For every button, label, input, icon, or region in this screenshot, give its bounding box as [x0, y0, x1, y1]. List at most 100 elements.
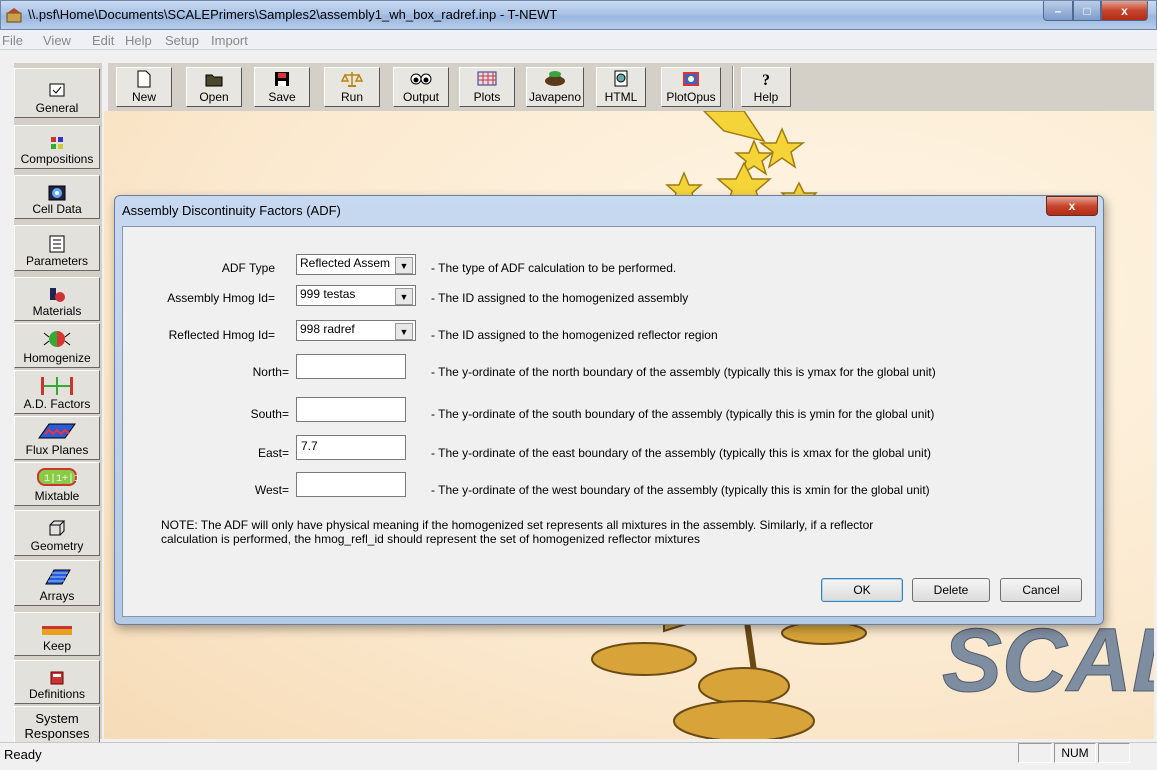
- sidebar-item-arrays[interactable]: Arrays: [14, 560, 100, 606]
- note-text: NOTE: The ADF will only have physical me…: [161, 518, 1081, 546]
- cell-data-icon: [48, 185, 66, 201]
- sidebar-item-materials[interactable]: Materials: [14, 277, 100, 321]
- reflected-hmog-id-description: - The ID assigned to the homogenized ref…: [431, 328, 718, 342]
- sidebar-item-label: Cell Data: [32, 202, 82, 216]
- mixtable-icon: 1|1+|1: [37, 468, 78, 486]
- sidebar-item-label: General: [35, 101, 79, 115]
- toolbar-new-button[interactable]: New: [116, 67, 172, 107]
- sidebar-item-parameters[interactable]: Parameters: [14, 225, 100, 271]
- javapeno-icon: [545, 71, 565, 86]
- eyes-icon: [410, 73, 432, 85]
- toolbar-help-button[interactable]: ? Help: [741, 67, 791, 107]
- arrays-icon: [45, 569, 71, 585]
- sidebar-item-label: System Responses: [24, 711, 90, 741]
- delete-button[interactable]: Delete: [912, 578, 990, 602]
- east-description: - The y-ordinate of the east boundary of…: [431, 446, 932, 460]
- sidebar-item-keep[interactable]: Keep: [14, 612, 100, 656]
- toolbar-plots-button[interactable]: Plots: [459, 67, 515, 107]
- status-panel-empty: [1018, 743, 1052, 763]
- sidebar-item-ad-factors[interactable]: A.D. Factors: [14, 370, 100, 414]
- close-button[interactable]: x: [1101, 1, 1148, 21]
- west-description: - The y-ordinate of the west boundary of…: [431, 483, 930, 497]
- toolbar-save-label: Save: [268, 90, 296, 104]
- ad-factors-icon: [41, 377, 73, 395]
- north-description: - The y-ordinate of the north boundary o…: [431, 365, 936, 379]
- general-form-icon: [49, 83, 65, 97]
- materials-icon: [50, 288, 65, 302]
- sidebar-item-general[interactable]: General: [14, 68, 100, 118]
- window-title: \\.psf\Home\Documents\SCALEPrimers\Sampl…: [28, 7, 558, 22]
- sidebar-item-cell-data[interactable]: Cell Data: [14, 175, 100, 219]
- status-panel-num: NUM: [1054, 743, 1096, 763]
- cancel-button[interactable]: Cancel: [1000, 578, 1082, 602]
- sidebar-item-definitions[interactable]: Definitions: [14, 660, 100, 704]
- toolbar-output-button[interactable]: Output: [393, 67, 449, 107]
- menu-edit[interactable]: Edit: [92, 33, 114, 48]
- flux-planes-icon: [38, 423, 76, 439]
- reflected-hmog-id-label: Reflected Hmog Id=: [168, 328, 275, 342]
- toolbar-plots-label: Plots: [473, 90, 501, 104]
- toolbar-plotopus-button[interactable]: PlotOpus: [661, 67, 721, 107]
- toolbar-open-label: Open: [199, 90, 229, 104]
- adf-type-description: - The type of ADF calculation to be perf…: [431, 261, 677, 275]
- west-input[interactable]: [296, 472, 406, 497]
- sidebar-item-flux-planes[interactable]: Flux Planes: [14, 416, 100, 460]
- menu-setup[interactable]: Setup: [165, 33, 199, 48]
- menu-view[interactable]: View: [43, 33, 71, 48]
- toolbar-save-button[interactable]: Save: [254, 67, 310, 107]
- menu-file[interactable]: File: [2, 33, 23, 48]
- sidebar-item-homogenize[interactable]: Homogenize: [14, 323, 100, 368]
- toolbar-html-button[interactable]: HTML: [596, 67, 646, 107]
- scale-logo-text: SCALE: [942, 611, 1154, 711]
- south-description: - The y-ordinate of the south boundary o…: [431, 407, 935, 421]
- east-input[interactable]: 7.7: [296, 435, 406, 460]
- adf-type-select[interactable]: Reflected Assem ▼: [296, 254, 416, 275]
- status-text: Ready: [4, 747, 42, 762]
- north-label: North=: [252, 365, 289, 379]
- menu-help[interactable]: Help: [125, 33, 152, 48]
- sidebar-item-mixtable[interactable]: 1|1+|1 Mixtable: [14, 462, 100, 506]
- chevron-down-icon[interactable]: ▼: [395, 257, 413, 274]
- toolbar-open-button[interactable]: Open: [186, 67, 242, 107]
- sidebar-item-label: Keep: [42, 639, 72, 653]
- plotopus-icon: [683, 72, 699, 86]
- chevron-down-icon[interactable]: ▼: [395, 323, 413, 340]
- toolbar-html-label: HTML: [604, 90, 638, 104]
- sidebar-item-label: Mixtable: [34, 489, 80, 503]
- toolbar-javapeno-button[interactable]: Javapeno: [526, 67, 584, 107]
- toolbar-new-label: New: [131, 90, 156, 104]
- keep-icon: [42, 626, 72, 635]
- sidebar-item-geometry[interactable]: Geometry: [14, 510, 100, 556]
- balance-scale-icon: [341, 72, 363, 87]
- sidebar-item-compositions[interactable]: Compositions: [14, 125, 100, 169]
- note-line-2: calculation is performed, the hmog_refl_…: [161, 532, 700, 546]
- maximize-button[interactable]: □: [1073, 1, 1101, 21]
- menu-import[interactable]: Import: [211, 33, 248, 48]
- sidebar-item-label: Compositions: [20, 152, 94, 166]
- new-file-icon: [137, 70, 151, 88]
- svg-text:1|1+|1: 1|1+|1: [44, 473, 78, 485]
- compositions-icon: [51, 137, 63, 149]
- sidebar-item-system-responses[interactable]: System Responses: [14, 706, 100, 746]
- help-question-icon: ?: [762, 72, 770, 88]
- minimize-button[interactable]: –: [1043, 1, 1073, 21]
- note-line-1: NOTE: The ADF will only have physical me…: [161, 518, 874, 532]
- sidebar-item-label: Flux Planes: [25, 443, 89, 457]
- svg-text:?: ?: [762, 72, 770, 88]
- toolbar-plotopus-label: PlotOpus: [666, 90, 716, 104]
- dialog-title: Assembly Discontinuity Factors (ADF): [122, 203, 341, 218]
- toolbar-separator: [732, 66, 734, 108]
- north-input[interactable]: [296, 354, 406, 379]
- dialog-close-button[interactable]: x: [1046, 196, 1098, 216]
- toolbar-run-button[interactable]: Run: [324, 67, 380, 107]
- assembly-hmog-id-select[interactable]: 999 testas ▼: [296, 285, 416, 306]
- toolbar-output-label: Output: [402, 90, 440, 104]
- sidebar-item-label: A.D. Factors: [23, 397, 91, 411]
- floppy-disk-icon: [275, 72, 289, 86]
- ok-button[interactable]: OK: [821, 578, 903, 602]
- dialog-body: [122, 226, 1096, 617]
- south-input[interactable]: [296, 397, 406, 422]
- sidebar-item-label: Materials: [32, 304, 82, 318]
- chevron-down-icon[interactable]: ▼: [395, 288, 413, 305]
- reflected-hmog-id-select[interactable]: 998 radref ▼: [296, 320, 416, 341]
